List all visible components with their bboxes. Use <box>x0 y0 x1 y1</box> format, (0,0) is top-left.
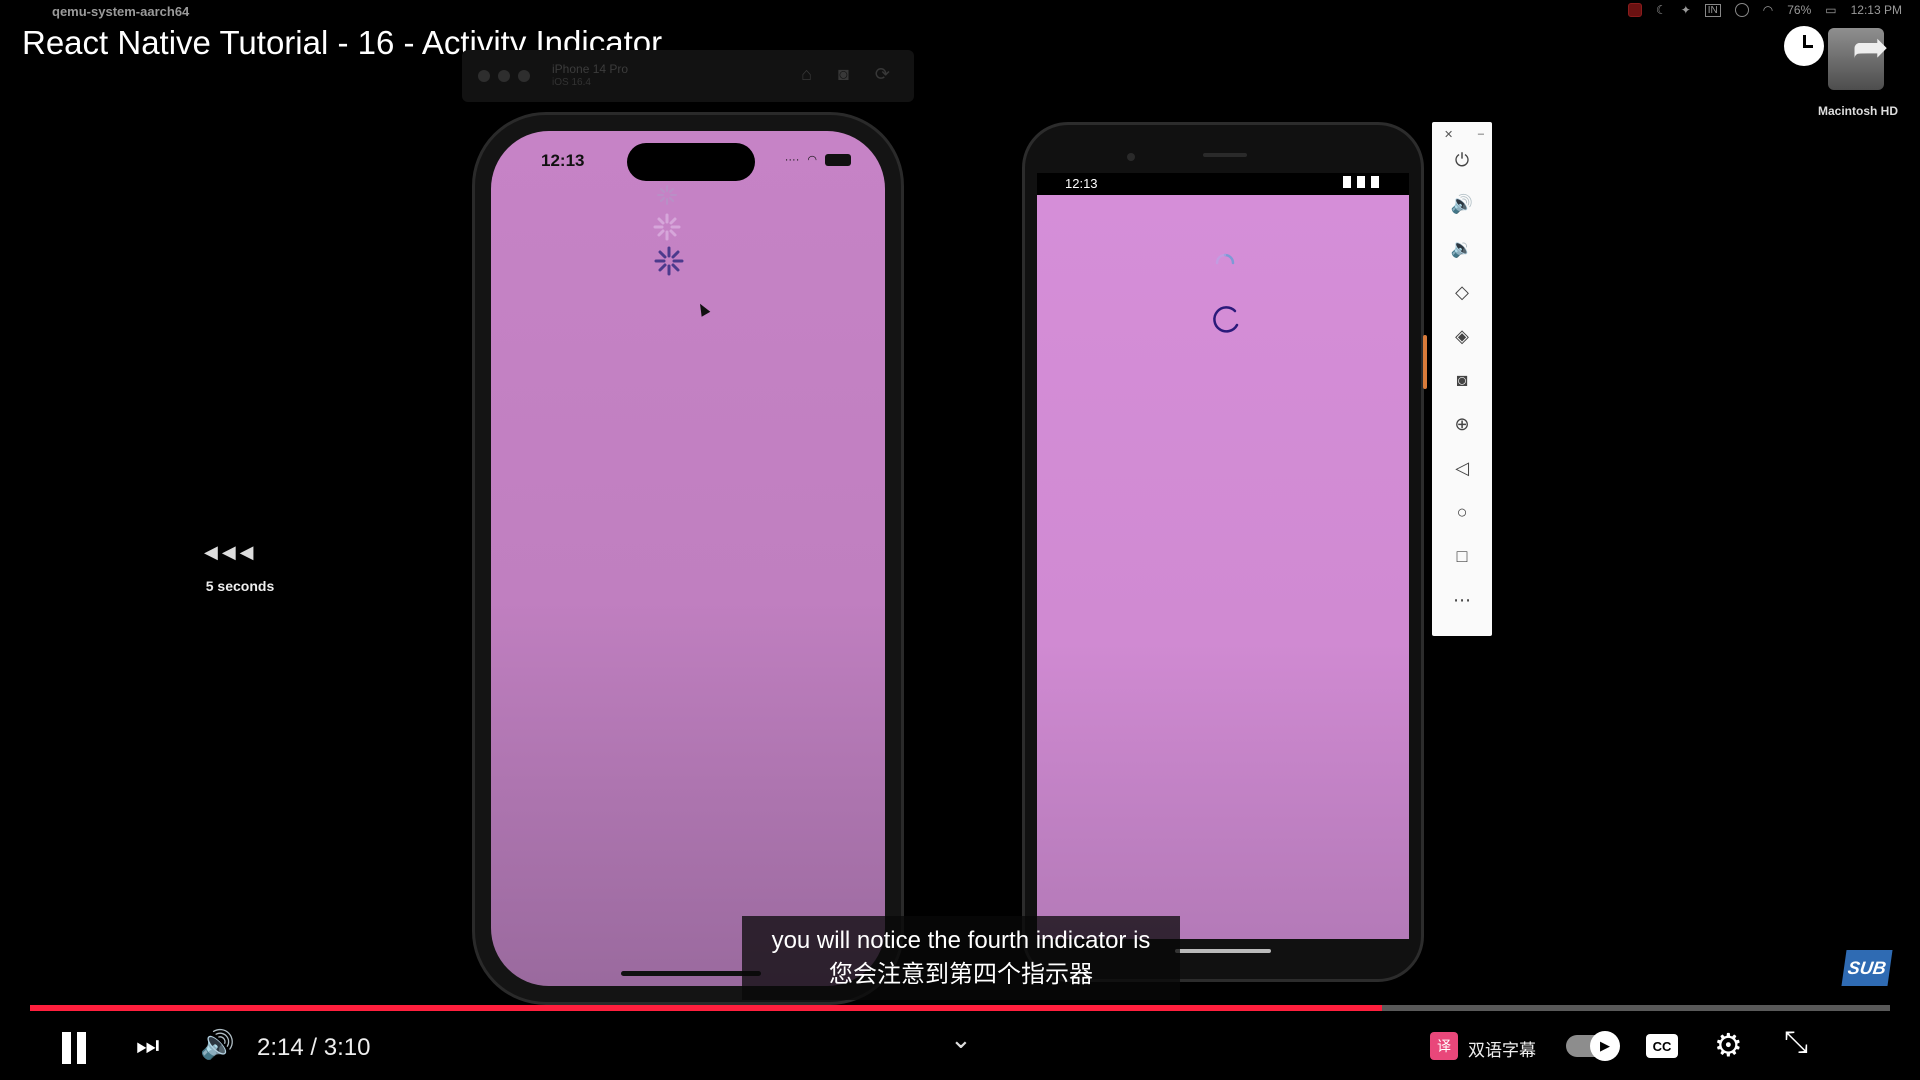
dynamic-island <box>627 143 755 181</box>
ios-simulator-toolbar: iPhone 14 Pro iOS 16.4 ⌂ ◙ ⟳ <box>462 50 914 102</box>
iphone-simulator: 12:13 ···· ◠ <box>472 112 904 1005</box>
simulator-actions: ⌂ ◙ ⟳ <box>801 64 890 85</box>
zoom-window-icon[interactable] <box>518 70 530 82</box>
cellular-icon: ···· <box>784 153 800 166</box>
back-icon[interactable]: ◁ <box>1450 456 1474 480</box>
translate-label[interactable]: 双语字幕 <box>1468 1036 1536 1061</box>
android-power-button <box>1423 335 1427 389</box>
rotate-right-icon[interactable]: ◈ <box>1450 324 1474 348</box>
autoplay-toggle[interactable]: ▶ <box>1566 1031 1620 1061</box>
ios-screen[interactable]: 12:13 ···· ◠ <box>491 131 885 986</box>
overview-icon[interactable]: □ <box>1450 544 1474 568</box>
caption-english: you will notice the fourth indicator is <box>771 927 1151 954</box>
menubar-app-name[interactable]: qemu-system-aarch64 <box>52 4 189 19</box>
rewind-icon: ◀◀◀ <box>204 542 258 562</box>
player-controls: ⏭ 🔊 2:14 / 3:10 ⌄ 译 双语字幕 ▶ CC ⚙ ⤡ <box>0 1020 1920 1080</box>
screenshot-icon[interactable]: ◙ <box>838 64 849 85</box>
next-button[interactable]: ⏭ <box>136 1030 159 1062</box>
volume-icon[interactable]: 🔊 <box>200 1028 235 1061</box>
rotate-icon[interactable]: ⟳ <box>875 64 890 85</box>
minimize-icon[interactable]: – <box>1478 128 1484 141</box>
menubar-clock[interactable]: 12:13 PM <box>1851 3 1902 17</box>
user-icon[interactable] <box>1734 3 1749 17</box>
captions-button[interactable]: CC <box>1646 1034 1678 1058</box>
simulator-device-info: iPhone 14 Pro iOS 16.4 <box>552 62 628 90</box>
time-display: 2:14 / 3:10 <box>257 1034 371 1061</box>
translate-icon[interactable]: 译 <box>1430 1032 1458 1060</box>
window-controls[interactable] <box>478 70 530 82</box>
watch-later-icon[interactable] <box>1784 26 1824 66</box>
volume-up-icon[interactable]: 🔊 <box>1450 192 1474 216</box>
pause-button[interactable] <box>60 1032 88 1064</box>
mouse-cursor <box>695 301 711 317</box>
record-icon[interactable] <box>1627 3 1642 17</box>
earpiece-speaker <box>1203 153 1247 157</box>
macos-menubar: qemu-system-aarch64 ☾ ✦ IN ◠ 76% ▭ 12:13… <box>0 0 1920 22</box>
chevron-down-icon[interactable]: ⌄ <box>950 1024 972 1055</box>
home-icon[interactable]: ○ <box>1450 500 1474 524</box>
settings-icon[interactable]: ⚙ <box>1714 1026 1743 1064</box>
home-icon[interactable]: ⌂ <box>801 64 812 85</box>
android-emulator: 12:13 <box>1022 122 1427 982</box>
android-status-bar: 12:13 <box>1037 173 1409 195</box>
battery-percent[interactable]: 76% <box>1787 3 1811 17</box>
keyboard-input-indicator[interactable]: IN <box>1704 3 1721 17</box>
power-icon[interactable]: ⏻ <box>1450 148 1474 172</box>
android-activity-indicator-small <box>1215 253 1235 265</box>
share-icon[interactable]: ➦ <box>1852 22 1889 73</box>
caption-chinese: 您会注意到第四个指示器 <box>829 961 1093 988</box>
minimize-window-icon[interactable] <box>498 70 510 82</box>
app-status-icon[interactable]: ✦ <box>1681 3 1691 17</box>
control-center-icon[interactable]: ▭ <box>1825 3 1836 17</box>
device-name: iPhone 14 Pro <box>552 62 629 76</box>
android-status-time: 12:13 <box>1065 176 1098 191</box>
ios-status-time: 12:13 <box>541 151 585 170</box>
android-gesture-bar[interactable] <box>1175 949 1271 953</box>
android-activity-indicator-large <box>1213 306 1239 333</box>
menubar-status-area: ☾ ✦ IN ◠ 76% ▭ 12:13 PM <box>1627 3 1902 17</box>
moon-icon[interactable]: ☾ <box>1656 3 1667 17</box>
progress-bar[interactable] <box>30 1005 1890 1011</box>
close-icon[interactable]: ✕ <box>1444 128 1453 141</box>
battery-icon <box>825 153 851 166</box>
wifi-icon: ◠ <box>807 154 817 166</box>
activity-indicator-small-faded <box>657 185 677 205</box>
exit-fullscreen-icon[interactable]: ⤡ <box>1784 1026 1808 1060</box>
wifi-icon[interactable]: ◠ <box>1763 3 1773 17</box>
emulator-control-panel: ✕ – ⏻ 🔊 🔉 ◇ ◈ ◙ ⊕ ◁ ○ □ ⋯ <box>1432 122 1492 636</box>
caption-box[interactable]: you will notice the fourth indicator is … <box>742 916 1180 1000</box>
progress-fill <box>30 1005 1383 1011</box>
activity-indicator-faded <box>653 213 681 241</box>
activity-indicator-dark <box>654 246 684 276</box>
os-version: iOS 16.4 <box>552 77 591 88</box>
camera-icon[interactable]: ◙ <box>1450 368 1474 392</box>
ios-home-indicator[interactable] <box>621 971 761 976</box>
sub-badge: SUB <box>1841 950 1893 986</box>
android-status-icons <box>1343 176 1379 188</box>
rotate-left-icon[interactable]: ◇ <box>1450 280 1474 304</box>
volume-down-icon[interactable]: 🔉 <box>1450 236 1474 260</box>
zoom-icon[interactable]: ⊕ <box>1450 412 1474 436</box>
ios-status-icons: ···· ◠ <box>785 153 851 166</box>
close-window-icon[interactable] <box>478 70 490 82</box>
play-icon: ▶ <box>1590 1031 1620 1061</box>
disk-label[interactable]: Macintosh HD <box>1806 104 1910 118</box>
front-camera <box>1127 153 1135 161</box>
more-icon[interactable]: ⋯ <box>1450 588 1474 612</box>
android-screen[interactable] <box>1037 195 1409 939</box>
rewind-label: 5 seconds <box>205 578 275 594</box>
